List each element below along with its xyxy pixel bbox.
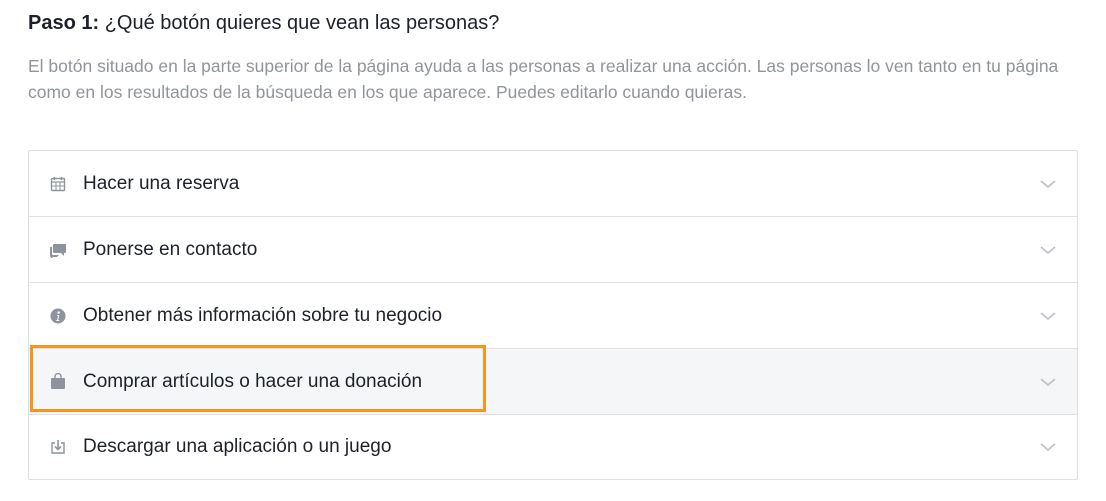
option-label: Obtener más información sobre tu negocio [83, 304, 443, 326]
step-label: Paso 1: [28, 12, 100, 34]
chevron-down-icon[interactable] [1039, 178, 1057, 190]
chat-bubbles-icon [49, 241, 67, 259]
option-download-app[interactable]: Descargar una aplicación o un juego [29, 415, 1077, 479]
chevron-down-icon[interactable] [1039, 441, 1057, 453]
option-make-reservation[interactable]: Hacer una reserva [29, 151, 1077, 217]
option-label: Hacer una reserva [83, 172, 240, 194]
download-icon [49, 438, 67, 456]
step-title: Paso 1: ¿Qué botón quieres que vean las … [28, 10, 499, 36]
option-contact[interactable]: Ponerse en contacto [29, 217, 1077, 283]
step-question: ¿Qué botón quieres que vean las personas… [104, 12, 500, 34]
option-label: Ponerse en contacto [83, 238, 258, 260]
shopping-bag-icon [49, 373, 67, 391]
option-label: Comprar artículos o hacer una donación [83, 370, 423, 392]
option-more-info[interactable]: Obtener más información sobre tu negocio [29, 283, 1077, 349]
chevron-down-icon[interactable] [1039, 310, 1057, 322]
option-label: Descargar una aplicación o un juego [83, 436, 392, 457]
info-icon [49, 307, 67, 325]
option-shop-donate[interactable]: Comprar artículos o hacer una donación [29, 349, 1077, 415]
button-options-list: Hacer una reserva Ponerse en contacto Ob… [28, 150, 1078, 480]
page: Paso 1: ¿Qué botón quieres que vean las … [0, 0, 1106, 501]
step-description: El botón situado en la parte superior de… [28, 56, 1059, 102]
chevron-down-icon[interactable] [1039, 376, 1057, 388]
chevron-down-icon[interactable] [1039, 244, 1057, 256]
calendar-icon [49, 175, 67, 193]
